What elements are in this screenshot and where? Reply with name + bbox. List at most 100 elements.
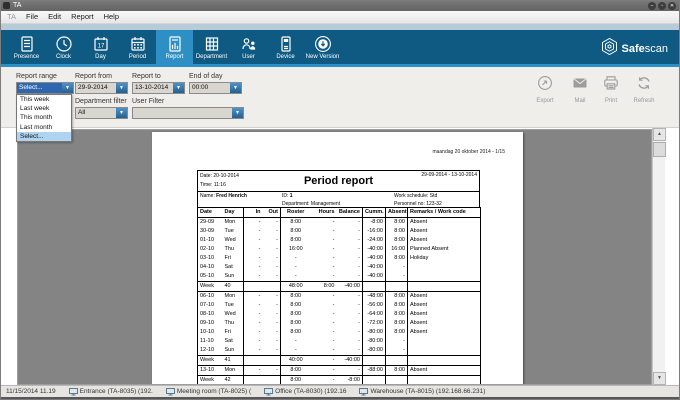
status-device-warehouse: Warehouse (TA-8015) (192.168.66.231): [359, 388, 485, 396]
report-from-label: Report from: [75, 73, 112, 80]
chevron-down-icon[interactable]: ▼: [116, 83, 127, 93]
export-button[interactable]: Export: [528, 75, 562, 104]
window-title: TA: [13, 0, 21, 11]
report-from-select[interactable]: 29-9-2014 ▼: [75, 82, 128, 94]
table-row: 05-10Sun------40:00-: [198, 272, 481, 282]
user-filter-select[interactable]: ▼: [132, 107, 244, 119]
chevron-down-icon[interactable]: ▼: [62, 83, 73, 93]
report-to-select[interactable]: 13-10-2014 ▼: [132, 82, 185, 94]
refresh-button[interactable]: Refresh: [627, 75, 661, 104]
table-row: Week4140:00--40:00: [198, 356, 481, 366]
chevron-down-icon[interactable]: ▼: [232, 108, 243, 118]
dropdown-option-select[interactable]: Select...: [17, 132, 71, 141]
status-bar: 11/15/2014 11.19 Entrance (TA-8035) (192…: [0, 385, 680, 397]
employee-id: ID: 1: [282, 193, 394, 201]
menu-help[interactable]: Help: [99, 11, 124, 23]
safescan-logo: Safescan: [600, 37, 669, 61]
main-toolbar: Presence Clock 17 Day Period Report Depa…: [0, 30, 680, 64]
table-row: 09-10Thu--8:00---72:008:00Absent: [198, 319, 481, 328]
presence-icon: [18, 35, 36, 53]
dropdown-option-last-week[interactable]: Last week: [17, 104, 71, 113]
print-icon: [603, 75, 619, 96]
toolbar-item-presence[interactable]: Presence: [8, 30, 45, 64]
report-header-box: Date: 20-10-2014 Time: 11:16 Period repo…: [197, 170, 480, 192]
chevron-down-icon[interactable]: ▼: [173, 83, 184, 93]
toolbar-item-report[interactable]: Report: [156, 30, 193, 64]
table-header-row: DateDayInOutRosterHoursBalanceCumm.Absen…: [198, 208, 481, 218]
dropdown-option-this-month[interactable]: This month: [17, 113, 71, 122]
toolbar-item-new-version[interactable]: New Version: [304, 30, 341, 64]
scroll-up-icon[interactable]: ▲: [653, 128, 666, 141]
maximize-button[interactable]: ▫: [658, 2, 666, 10]
terminal-icon: [264, 388, 273, 396]
status-device-office: Office (TA-8030) (192.16: [264, 388, 346, 396]
table-row: 12-10Sun------80:00-: [198, 346, 481, 356]
chevron-down-icon[interactable]: ▼: [230, 83, 241, 93]
safescan-logo-icon: [600, 37, 619, 61]
employee-work-schedule: Work schedule: Std: [394, 193, 477, 201]
day-calendar-icon: 17: [92, 35, 110, 53]
terminal-icon: [166, 388, 175, 396]
table-row: 07-10Tue--8:00---56:008:00Absent: [198, 301, 481, 310]
menu-bar: TA File Edit Report Help: [0, 11, 680, 24]
table-row: 13-10Mon--8:00---88:008:00Absent: [198, 366, 481, 376]
toolbar-item-clock[interactable]: Clock: [45, 30, 82, 64]
menu-file[interactable]: File: [21, 11, 43, 23]
filter-panel: Report range Report from Report to End o…: [0, 67, 680, 128]
table-row: 04-10Sat------40:00-: [198, 263, 481, 272]
table-row: 29-09Mon--8:00---8:008:00Absent: [198, 218, 481, 228]
table-row: 01-10Wed--8:00---24:008:00Absent: [198, 236, 481, 245]
menu-report[interactable]: Report: [66, 11, 99, 23]
toolbar-item-device[interactable]: Device: [267, 30, 304, 64]
status-timestamp: 11/15/2014 11.19: [6, 388, 56, 395]
end-of-day-select[interactable]: 00:00 ▼: [189, 82, 242, 94]
toolbar-item-period[interactable]: Period: [119, 30, 156, 64]
export-icon: [537, 75, 553, 96]
department-filter-select[interactable]: All ▼: [75, 107, 128, 119]
window-controls: – ▫ ✕: [648, 2, 676, 10]
employee-name: Name: Fred Henrich: [200, 193, 282, 201]
device-icon: [277, 35, 295, 53]
report-range-label: Report range: [16, 73, 57, 80]
toolbar-item-user[interactable]: User: [230, 30, 267, 64]
terminal-icon: [359, 388, 368, 396]
scroll-down-icon[interactable]: ▼: [653, 372, 666, 385]
toolbar-item-department[interactable]: Department: [193, 30, 230, 64]
minimize-button[interactable]: –: [648, 2, 656, 10]
table-row: 03-10Fri------40:008:00Holiday: [198, 254, 481, 263]
close-button[interactable]: ✕: [668, 2, 676, 10]
dropdown-option-this-week[interactable]: This week: [17, 95, 71, 104]
report-icon: [166, 35, 184, 53]
table-row: 02-10Thu--16:00---40:0016:00Planned Abse…: [198, 245, 481, 254]
scrollbar-thumb[interactable]: [653, 142, 666, 157]
period-calendar-icon: [129, 35, 147, 53]
vertical-scrollbar[interactable]: ▲ ▼: [652, 128, 665, 385]
menu-ta: TA: [2, 11, 21, 23]
table-row: Week4048:008:00-40:00: [198, 282, 481, 292]
department-filter-label: Department filter: [75, 98, 127, 105]
print-button[interactable]: Print: [594, 75, 628, 104]
clock-icon: [55, 35, 73, 53]
report-range-select[interactable]: Select... ▼: [16, 82, 74, 94]
toolbar-item-day[interactable]: 17 Day: [82, 30, 119, 64]
mail-button[interactable]: Mail: [563, 75, 597, 104]
users-icon: [240, 35, 258, 53]
new-version-icon: [314, 35, 332, 53]
report-date: Date: 20-10-2014: [200, 172, 276, 181]
report-preview-area: maandag 20 oktober 2014 - 1/15 Date: 20-…: [0, 128, 680, 385]
dropdown-option-last-month[interactable]: Last month: [17, 123, 71, 132]
report-title: Period report: [278, 171, 399, 191]
refresh-icon: [636, 75, 652, 96]
table-row: 11-10Sat------80:00-: [198, 337, 481, 346]
terminal-icon: [69, 388, 78, 396]
chevron-down-icon[interactable]: ▼: [116, 108, 127, 118]
end-of-day-label: End of day: [189, 73, 222, 80]
report-time: Time: 11:16: [200, 181, 276, 190]
menu-edit[interactable]: Edit: [43, 11, 66, 23]
report-table: DateDayInOutRosterHoursBalanceCumm.Absen…: [197, 207, 481, 385]
report-page: maandag 20 oktober 2014 - 1/15 Date: 20-…: [152, 132, 523, 385]
department-icon: [203, 35, 221, 53]
brand-light: scan: [645, 43, 668, 55]
title-bar: TA – ▫ ✕: [0, 0, 680, 11]
table-row: 30-09Tue--8:00---16:008:00Absent: [198, 227, 481, 236]
